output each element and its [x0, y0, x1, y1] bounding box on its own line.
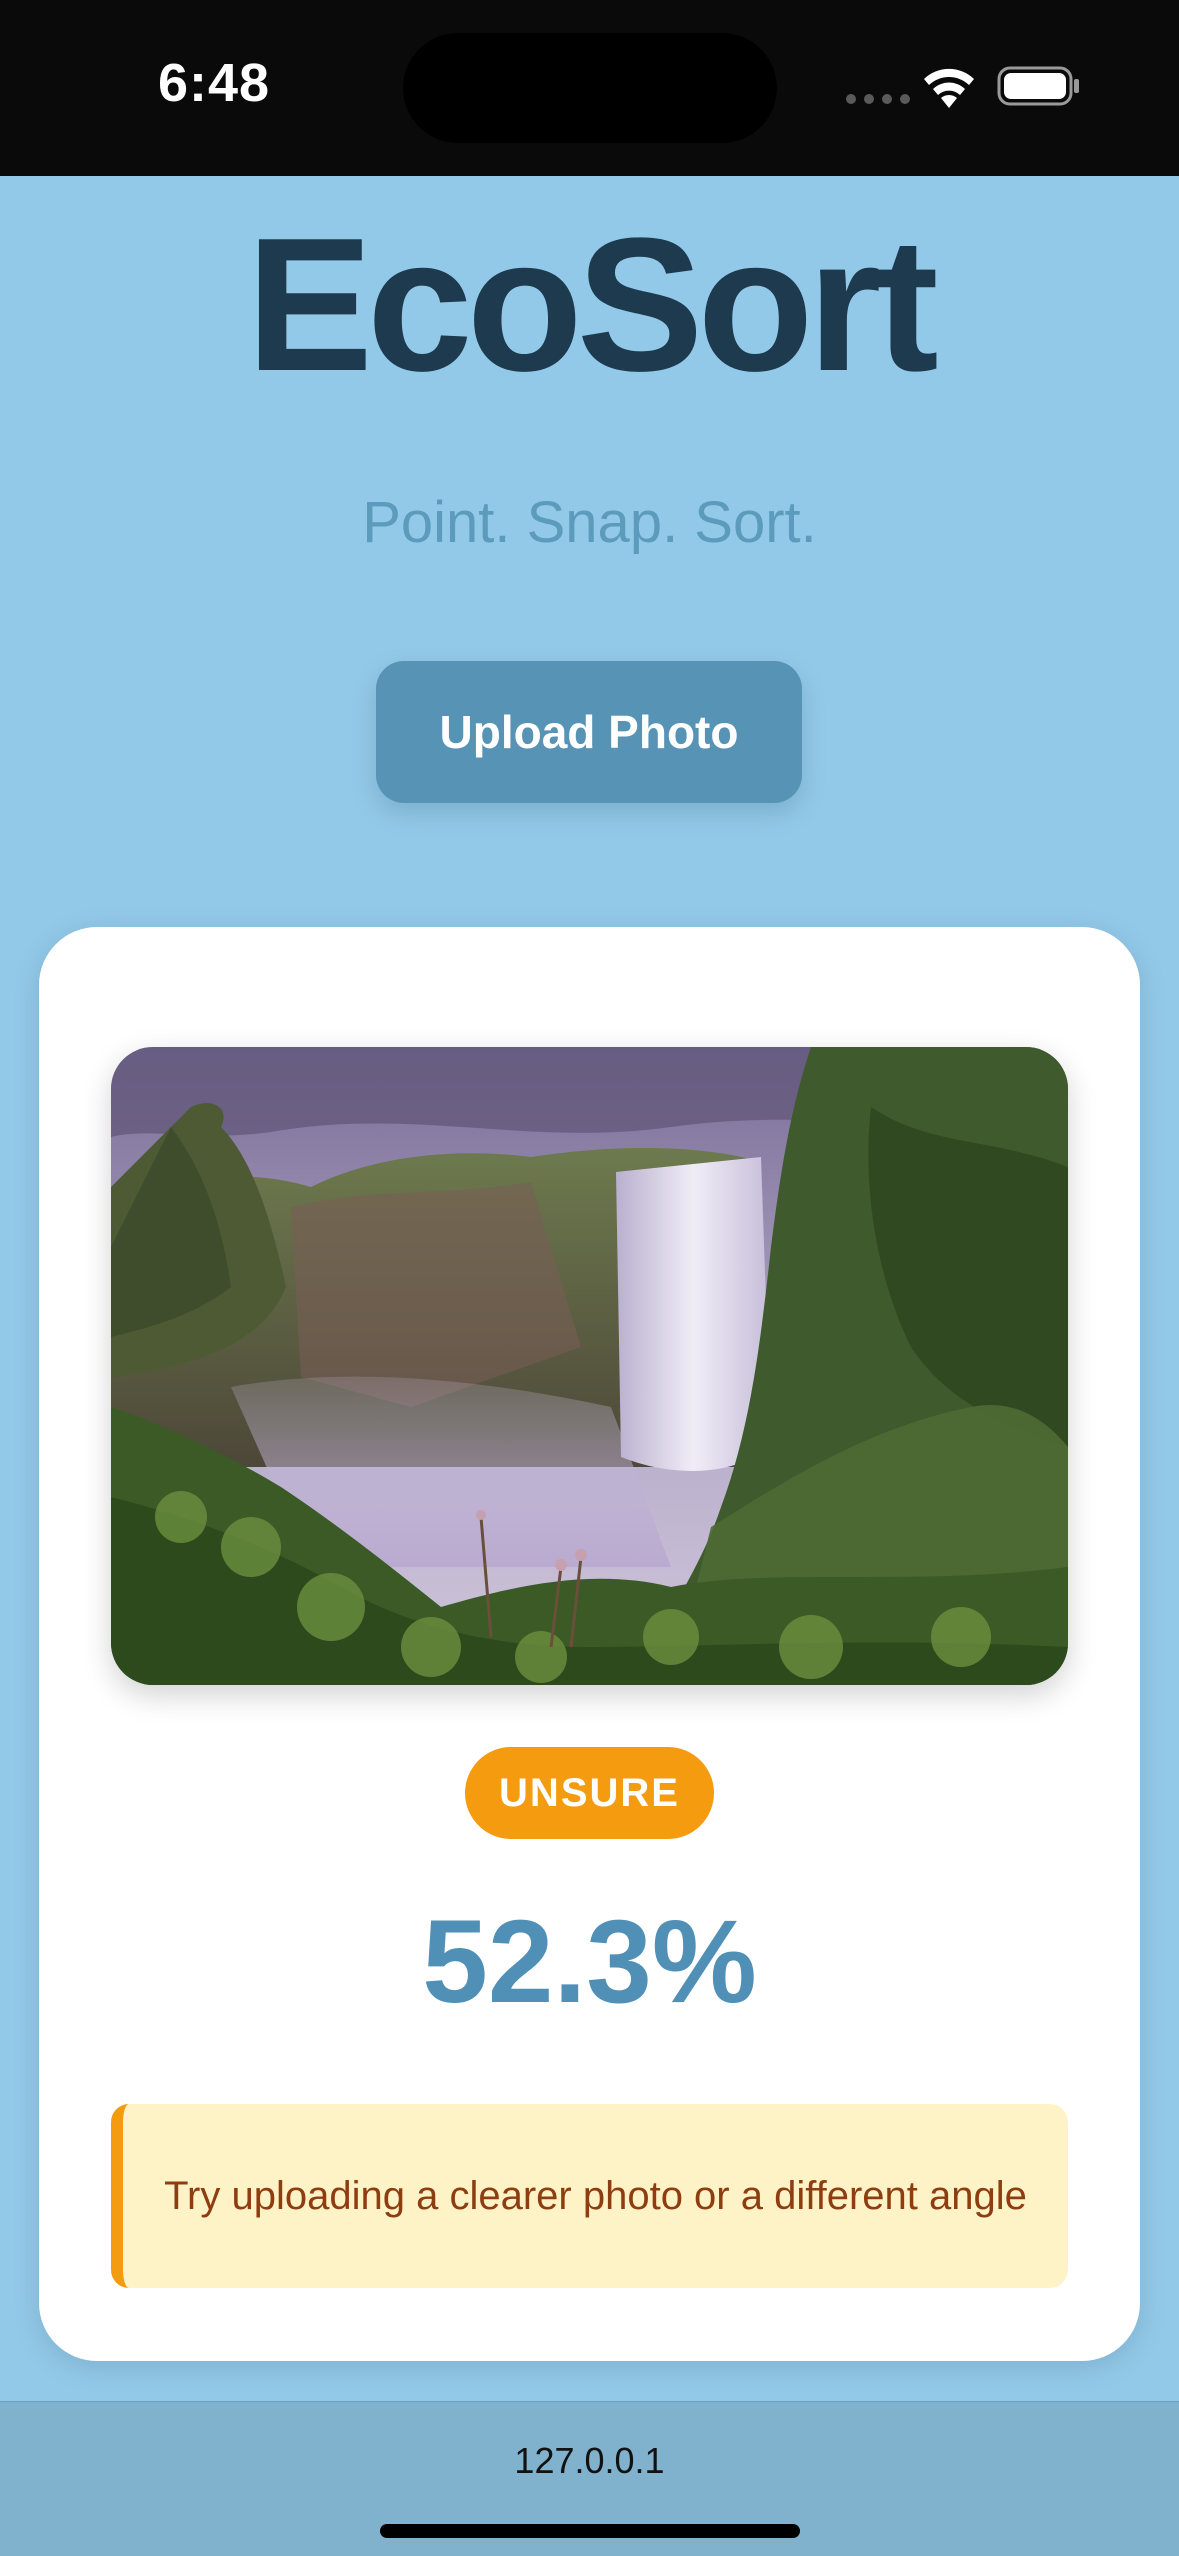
waterfall-photo-illustration — [111, 1047, 1068, 1685]
status-bar: 6:48 — [0, 0, 1179, 176]
battery-icon — [997, 66, 1079, 106]
hint-text: Try uploading a clearer photo or a diffe… — [164, 2173, 1027, 2218]
url-text[interactable]: 127.0.0.1 — [0, 2440, 1179, 2482]
status-badge: UNSURE — [465, 1747, 714, 1839]
status-time: 6:48 — [158, 53, 271, 113]
app-title: EcoSort — [246, 199, 938, 411]
confidence-value: 52.3% — [422, 1896, 757, 2028]
wifi-icon — [924, 68, 974, 108]
dynamic-island — [403, 33, 777, 143]
upload-photo-button[interactable]: Upload Photo — [376, 661, 802, 803]
home-indicator[interactable] — [380, 2524, 800, 2538]
cellular-signal-icon — [846, 94, 910, 104]
uploaded-photo — [111, 1047, 1068, 1685]
hint-message: Try uploading a clearer photo or a diffe… — [111, 2104, 1068, 2288]
result-card: UNSURE 52.3% Try uploading a clearer pho… — [39, 927, 1140, 2361]
app-tagline: Point. Snap. Sort. — [362, 490, 817, 555]
browser-address-bar[interactable]: 127.0.0.1 — [0, 2401, 1179, 2556]
